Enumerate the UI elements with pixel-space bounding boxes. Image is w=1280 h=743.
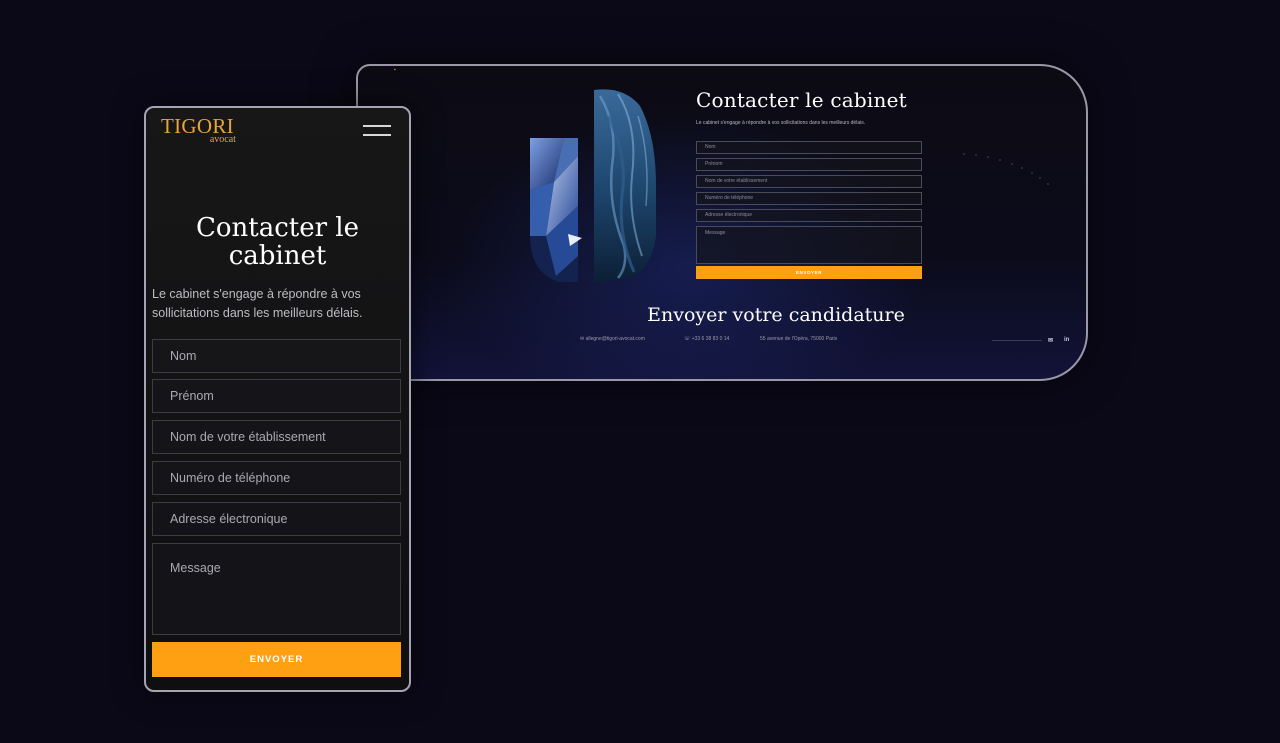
name-field[interactable]: Nom <box>152 339 401 373</box>
desktop-submit-button[interactable]: ENVOYER <box>696 266 922 279</box>
submit-button[interactable]: ENVOYER <box>152 642 401 677</box>
desktop-message-field[interactable]: Message <box>696 226 922 264</box>
brand-logo[interactable]: TIGORI avocat <box>161 114 236 145</box>
mobile-mockup: TIGORI avocat Contacter le cabinet Le ca… <box>144 106 411 692</box>
footer-divider <box>992 340 1042 341</box>
decorative-dots <box>963 153 1049 185</box>
phone-icon: ☏ <box>684 336 692 342</box>
message-field[interactable]: Message <box>152 543 401 635</box>
page-title: Contacter le cabinet <box>146 214 409 270</box>
desktop-phone-field[interactable]: Numéro de téléphone <box>696 192 922 205</box>
desktop-section-title: Envoyer votre candidature <box>647 304 905 326</box>
desktop-logo-mark: ▪ <box>394 68 396 73</box>
page-subtitle-line1: Le cabinet s'engage à répondre à vos <box>152 287 361 301</box>
mail-social-icon[interactable]: ✉ <box>1048 337 1053 344</box>
firstname-field[interactable]: Prénom <box>152 379 401 413</box>
desktop-email-info[interactable]: ✉ allegne@tigori-avocat.com <box>580 336 645 342</box>
desktop-establishment-field[interactable]: Nom de votre établissement <box>696 175 922 188</box>
crystal-artwork <box>530 89 656 282</box>
phone-field[interactable]: Numéro de téléphone <box>152 461 401 495</box>
page-title-line2: cabinet <box>228 241 327 271</box>
page-title-line1: Contacter le <box>195 213 360 243</box>
establishment-field[interactable]: Nom de votre établissement <box>152 420 401 454</box>
desktop-phone-info[interactable]: ☏ +33 6 38 83 0 14 <box>684 336 729 342</box>
desktop-email-field[interactable]: Adresse électronique <box>696 209 922 222</box>
desktop-email-text: allegne@tigori-avocat.com <box>585 336 645 342</box>
email-field[interactable]: Adresse électronique <box>152 502 401 536</box>
page-subtitle-line2: sollicitations dans les meilleurs délais… <box>152 306 363 320</box>
menu-icon[interactable] <box>363 125 391 137</box>
desktop-page-subtitle: Le cabinet s'engage à répondre à vos sol… <box>696 120 866 126</box>
desktop-firstname-field[interactable]: Prénom <box>696 158 922 171</box>
desktop-address-info: 55 avenue de l'Opéra, 75000 Paris <box>760 336 838 342</box>
page-subtitle: Le cabinet s'engage à répondre à vos sol… <box>152 285 387 323</box>
logo-wordmark: TIGORI <box>161 114 234 138</box>
desktop-mockup: ▪ Contacter le cabinet Le cabinet s'enga… <box>356 64 1088 381</box>
desktop-page-title: Contacter le cabinet <box>696 88 907 112</box>
desktop-phone-text: +33 6 38 83 0 14 <box>691 336 730 342</box>
linkedin-icon[interactable]: in <box>1064 337 1069 343</box>
desktop-name-field[interactable]: Nom <box>696 141 922 154</box>
